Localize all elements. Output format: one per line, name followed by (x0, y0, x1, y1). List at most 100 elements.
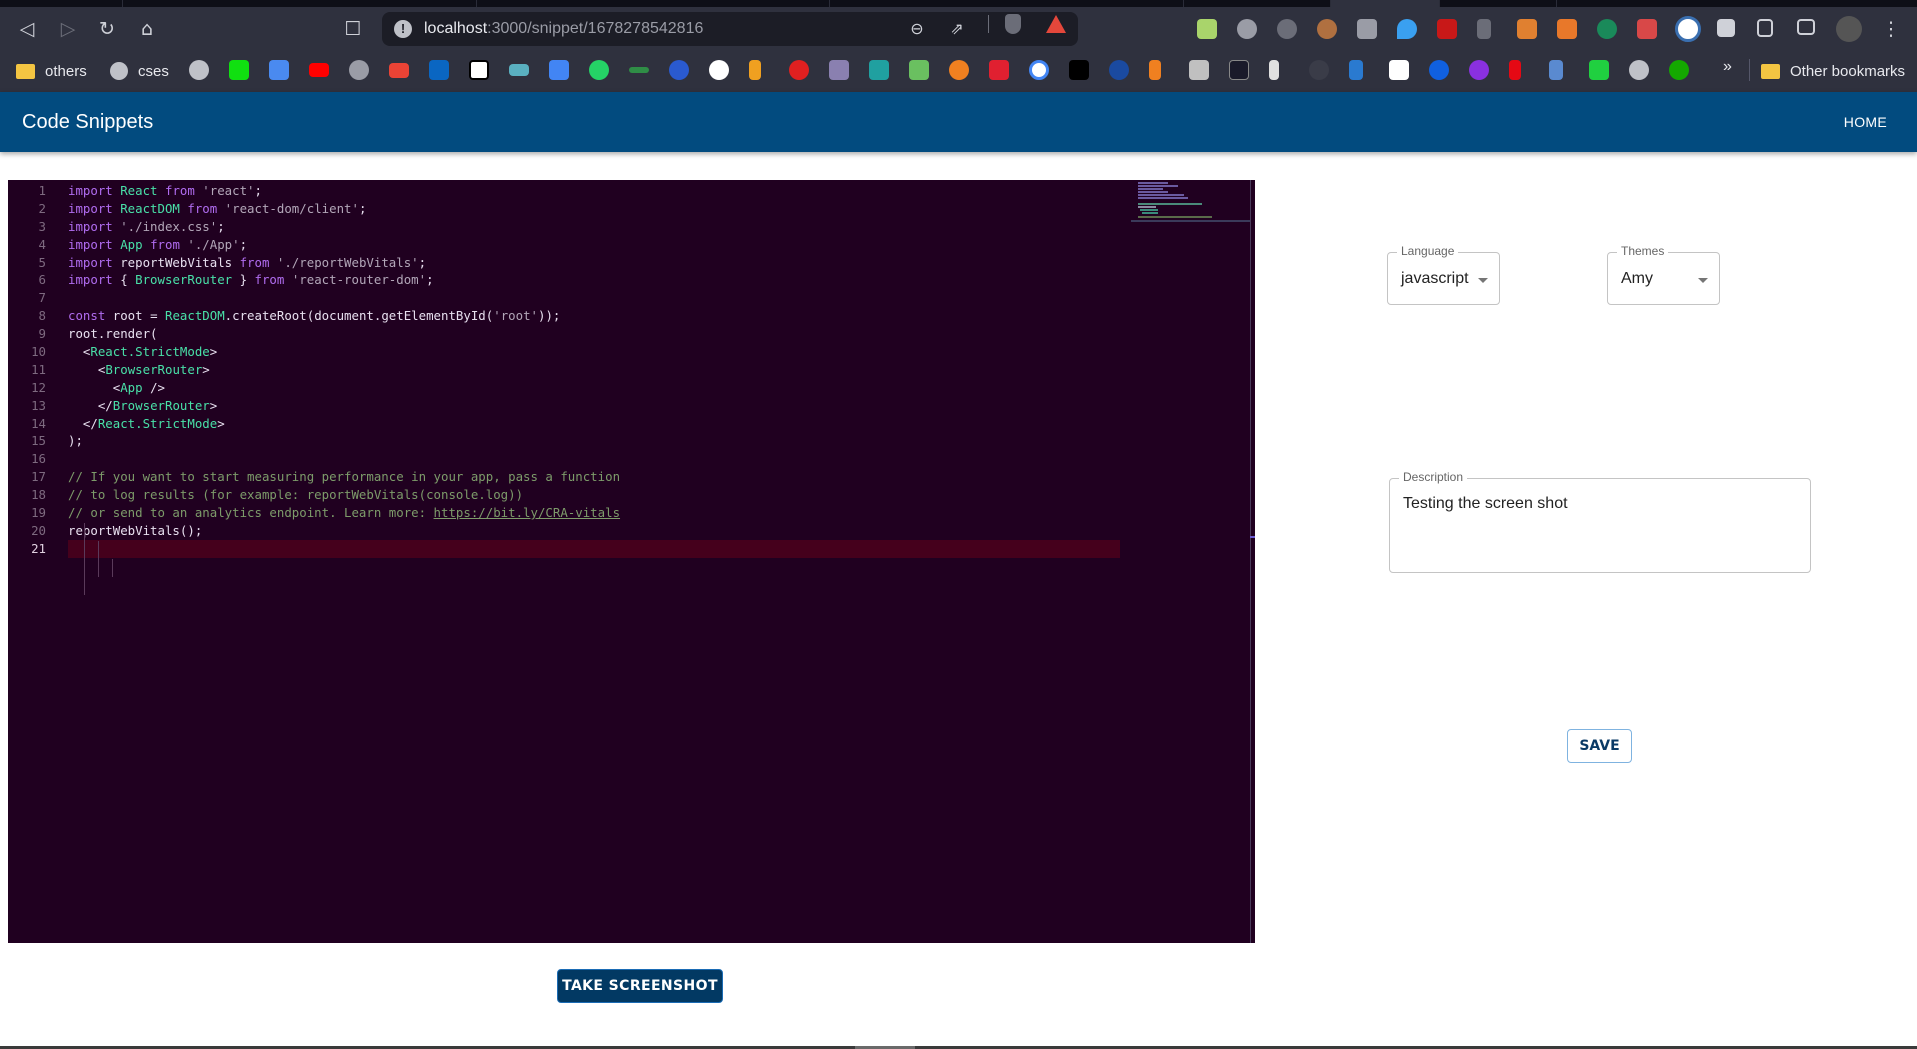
code-text[interactable]: root.render( (68, 325, 158, 343)
code-line[interactable]: 9 root.render( (8, 325, 1120, 343)
bookmark-image-icon[interactable] (829, 60, 849, 80)
code-line[interactable]: 10 <React.StrictMode> (8, 343, 1120, 361)
code-text[interactable]: import React from 'react'; (68, 182, 262, 200)
code-line[interactable]: 8 const root = ReactDOM.createRoot(docume… (8, 307, 1120, 325)
extension-pdf-icon[interactable] (1437, 19, 1457, 39)
bookmark-blue-icon[interactable] (669, 60, 689, 80)
code-text[interactable]: <BrowserRouter> (68, 361, 210, 379)
code-text[interactable]: // or send to an analytics endpoint. Lea… (68, 504, 620, 522)
bookmark-youtube-icon[interactable] (309, 63, 329, 77)
bookmark-orange-icon[interactable] (949, 60, 969, 80)
address-bar[interactable]: ! localhost:3000/snippet/1678278542816 ⊖… (382, 12, 1078, 46)
editor-scrollbar[interactable] (1250, 180, 1251, 943)
code-text[interactable]: reportWebVitals(); (68, 522, 202, 540)
sidebar-icon[interactable] (1757, 19, 1773, 37)
browser-tab[interactable] (477, 0, 830, 7)
extension-power-icon[interactable] (1237, 19, 1257, 39)
code-line[interactable]: 18 // to log results (for example: report… (8, 486, 1120, 504)
browser-tab[interactable] (1184, 0, 1331, 7)
other-bookmarks[interactable]: Other bookmarks (1761, 60, 1905, 82)
browser-tab[interactable] (123, 0, 477, 7)
description-value[interactable]: Testing the screen shot (1403, 495, 1568, 513)
bookmark-calendar-icon[interactable] (269, 60, 289, 80)
bookmark-board-icon[interactable] (869, 60, 889, 80)
extension-lighthouse-icon[interactable] (1517, 19, 1537, 39)
brave-rewards-icon[interactable] (1046, 15, 1066, 33)
bookmark-mountain-icon[interactable] (509, 64, 529, 76)
bookmark-icon[interactable]: ☐ (342, 18, 364, 40)
language-select[interactable]: Language javascript (1387, 244, 1500, 305)
extension-metamask-icon[interactable] (1557, 19, 1577, 39)
bookmark-notion-icon[interactable] (469, 60, 489, 80)
bookmark-avatar-icon[interactable] (1189, 60, 1209, 80)
code-line[interactable]: 5 import reportWebVitals from './reportWe… (8, 254, 1120, 272)
forward-icon[interactable]: ▷ (57, 18, 79, 40)
extension-shield-icon[interactable] (1597, 19, 1617, 39)
share-icon[interactable]: ⇗ (946, 19, 968, 39)
bookmark-green-icon[interactable] (909, 60, 929, 80)
bookmark-book-icon[interactable] (989, 60, 1009, 80)
bookmark-power-icon[interactable] (349, 60, 369, 80)
bookmark-cup-icon[interactable] (1549, 60, 1563, 80)
code-text[interactable]: <App /> (68, 379, 165, 397)
code-text[interactable]: // to log results (for example: reportWe… (68, 486, 523, 504)
bookmark-globe-icon[interactable] (189, 60, 209, 80)
bookmark-leetcode-icon[interactable] (749, 60, 761, 80)
save-button[interactable]: SAVE (1567, 729, 1632, 763)
browser-tab[interactable] (830, 0, 1184, 7)
extension-plant-icon[interactable] (1197, 19, 1217, 39)
extension-profile-icon[interactable] (1675, 16, 1701, 42)
code-text[interactable]: import './index.css'; (68, 218, 225, 236)
bookmark-s-icon[interactable] (1349, 60, 1363, 80)
code-line[interactable]: 15); (8, 432, 1120, 450)
description-field[interactable]: Description Testing the screen shot (1389, 470, 1811, 573)
bookmark-un-icon[interactable] (1109, 60, 1129, 80)
wallet-icon[interactable] (1797, 19, 1815, 35)
bookmark-google-icon[interactable] (1029, 60, 1049, 80)
code-line[interactable]: 2 import ReactDOM from 'react-dom/client'… (8, 200, 1120, 218)
code-text[interactable]: // If you want to start measuring perfor… (68, 468, 620, 486)
zoom-icon[interactable]: ⊖ (906, 19, 928, 39)
extension-alarm-icon[interactable] (1277, 19, 1297, 39)
bookmark-gmail-icon[interactable] (389, 63, 409, 78)
bookmark-cses[interactable]: cses (110, 60, 169, 82)
bookmark-rocket-icon[interactable] (1269, 60, 1279, 80)
bookmark-u-icon[interactable] (1469, 60, 1489, 80)
back-icon[interactable]: ◁ (16, 18, 38, 40)
code-text[interactable]: </BrowserRouter> (68, 397, 217, 415)
site-info-icon[interactable]: ! (394, 20, 412, 38)
code-text[interactable]: </React.StrictMode> (68, 415, 225, 433)
bookmark-docs-icon[interactable] (549, 60, 569, 80)
code-line[interactable]: 21 (8, 539, 1120, 558)
code-text[interactable]: import ReactDOM from 'react-dom/client'; (68, 200, 366, 218)
reload-icon[interactable]: ↻ (96, 18, 118, 40)
url-text[interactable]: localhost:3000/snippet/1678278542816 (424, 20, 703, 38)
bookmark-netflix-icon[interactable] (1509, 60, 1521, 80)
extension-camera-icon[interactable] (1357, 19, 1377, 39)
menu-icon[interactable]: ⋮ (1880, 18, 1902, 40)
take-screenshot-button[interactable]: TAKE SCREENSHOT (557, 969, 723, 1003)
extensions-puzzle-icon[interactable] (1717, 19, 1735, 37)
bookmark-code-icon[interactable] (1389, 60, 1409, 80)
code-line[interactable]: 1 import React from 'react'; (8, 182, 1120, 200)
bookmark-lambda-icon[interactable] (1229, 60, 1249, 80)
bookmark-stackoverflow-icon[interactable] (1149, 60, 1161, 80)
bookmark-c-icon[interactable] (1429, 60, 1449, 80)
bookmark-medium-icon[interactable] (1069, 60, 1089, 80)
bookmark-geeksforgeeks-icon[interactable] (629, 67, 649, 73)
code-line[interactable]: 11 <BrowserRouter> (8, 361, 1120, 379)
code-text[interactable]: <React.StrictMode> (68, 343, 217, 361)
browser-tab[interactable] (1440, 0, 1557, 7)
browser-tab-active[interactable] (1331, 0, 1440, 7)
code-line[interactable]: 14 </React.StrictMode> (8, 415, 1120, 433)
code-text[interactable]: import reportWebVitals from './reportWeb… (68, 254, 426, 272)
bookmark-others[interactable]: others (16, 60, 87, 82)
code-editor[interactable]: 1 import React from 'react'; 2 import React… (8, 180, 1255, 943)
bookmark-globe-icon[interactable] (1629, 60, 1649, 80)
code-text[interactable]: import { BrowserRouter } from 'react-rou… (68, 271, 434, 289)
extension-play-icon[interactable] (1477, 19, 1491, 39)
more-bookmarks-icon[interactable]: » (1723, 58, 1732, 76)
code-text[interactable]: const root = ReactDOM.createRoot(documen… (68, 307, 560, 325)
code-line[interactable]: 20 reportWebVitals(); (8, 522, 1120, 540)
extension-react-devtools-icon[interactable] (1637, 19, 1657, 39)
